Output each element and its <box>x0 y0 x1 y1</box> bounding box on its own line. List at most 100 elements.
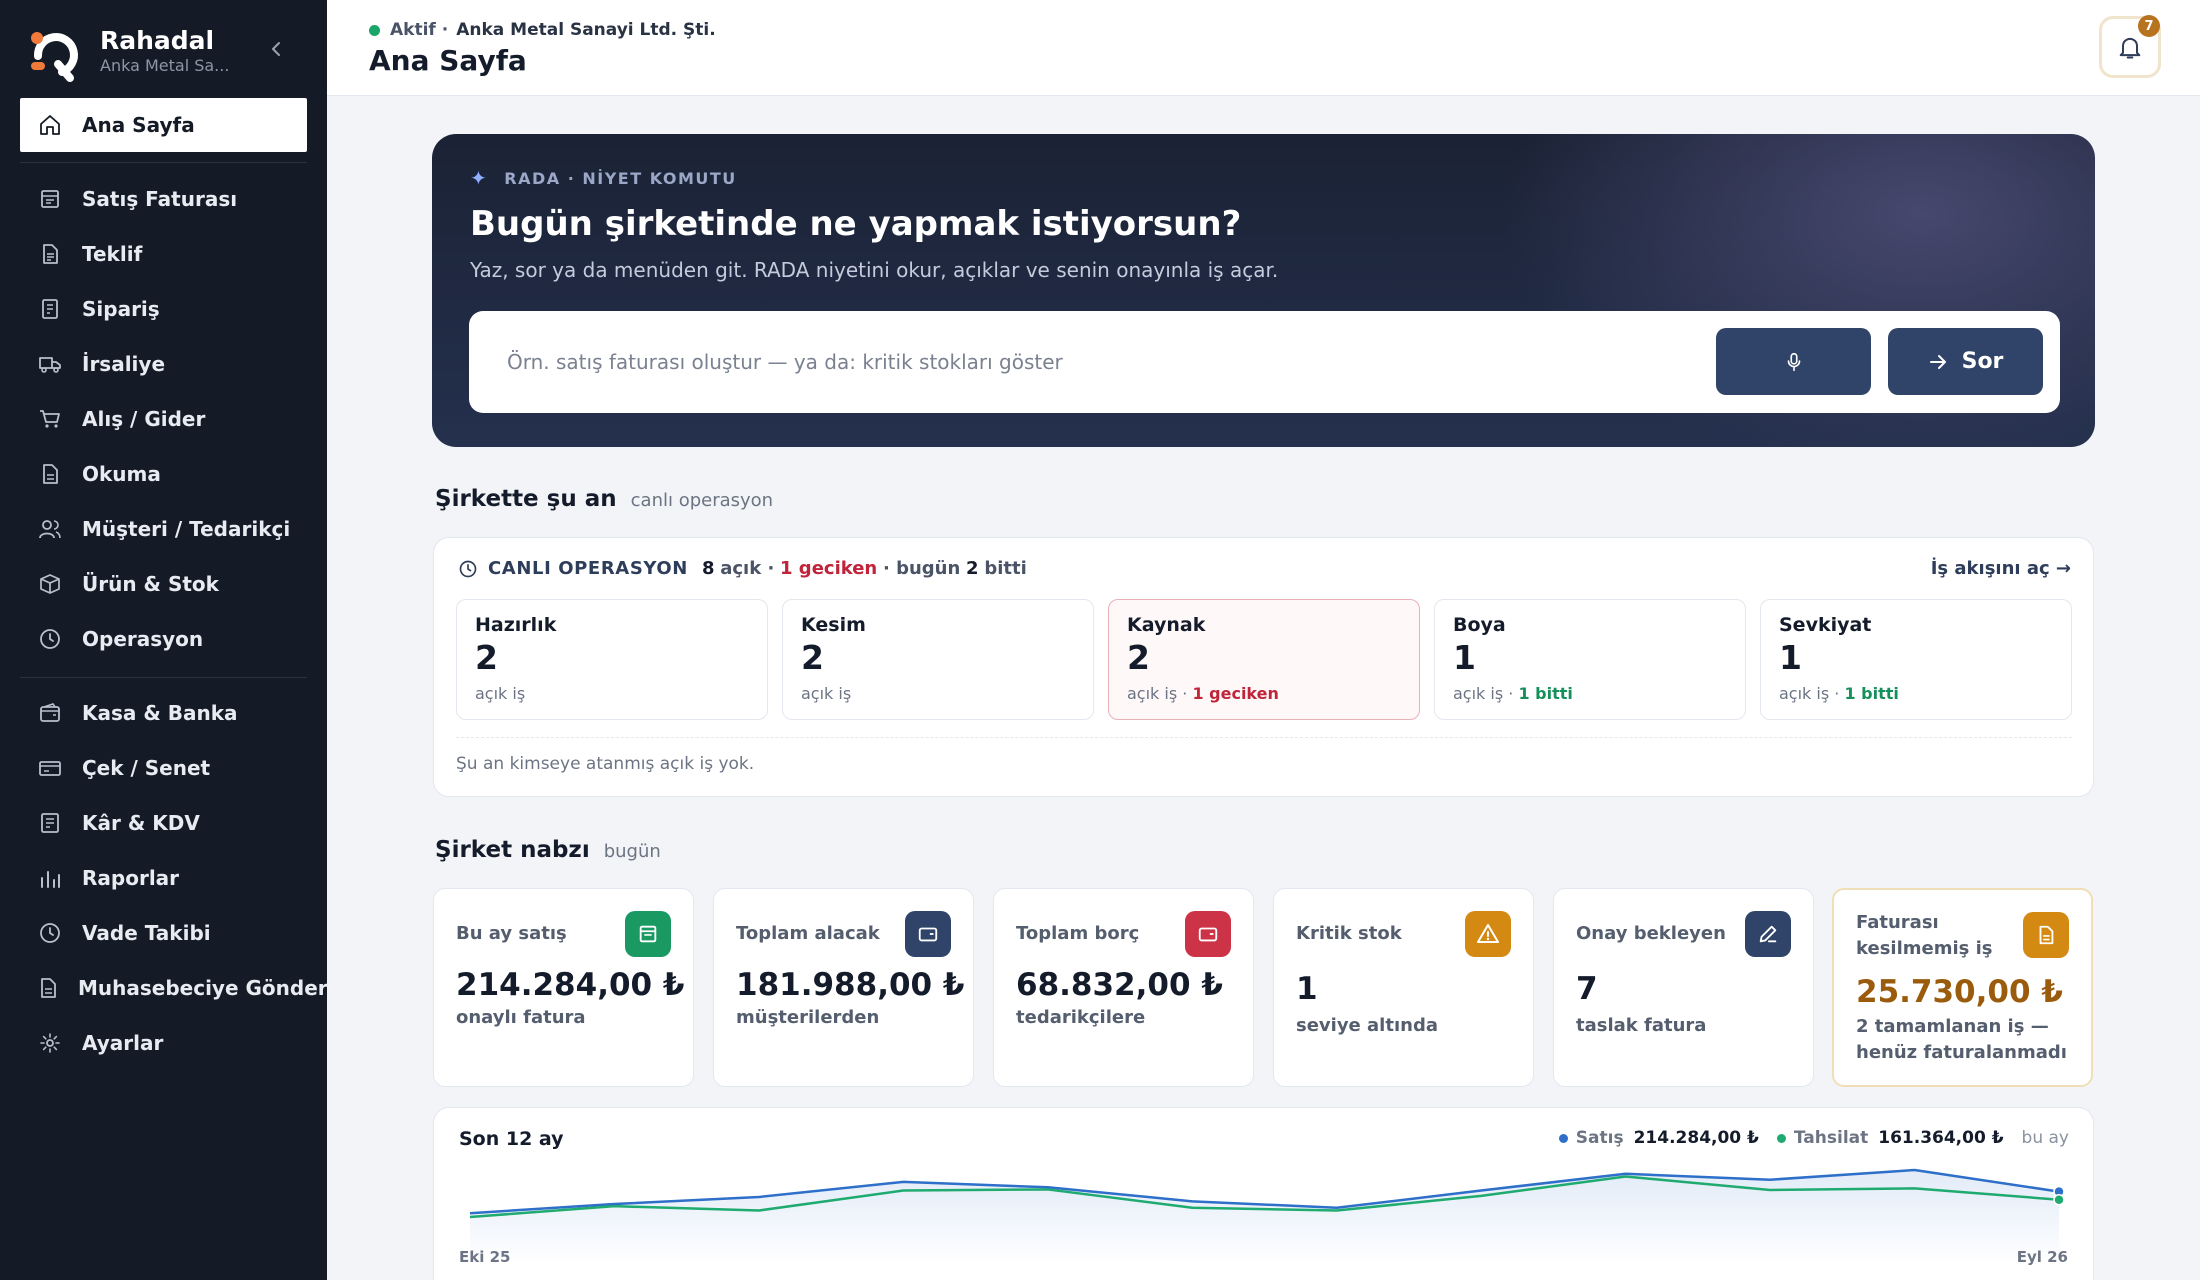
brand-name: Rahadal <box>100 26 215 55</box>
notification-count-badge: 7 <box>2138 15 2160 37</box>
nav-okuma[interactable]: Okuma <box>20 451 320 497</box>
stage-footer-text: açık iş <box>475 684 526 703</box>
command-input[interactable] <box>469 311 1699 413</box>
clock-icon <box>459 560 477 577</box>
nav-muhasebeciye-gonder[interactable]: Muhasebeciye Gönder <box>20 965 328 1011</box>
series-endpoint-tahsilat[interactable] <box>2053 1193 2065 1206</box>
nav-label: Operasyon <box>82 627 204 651</box>
nav-label: Kâr & KDV <box>82 811 200 835</box>
nav-vade-takibi[interactable]: Vade Takibi <box>20 910 320 956</box>
kpi-monthly-sales[interactable]: Bu ay satış 214.284,00 ₺ onaylı fatura <box>433 888 694 1087</box>
command-bar: Sor <box>469 311 2060 413</box>
stage-card-sevkiyat[interactable]: Sevkiyat 1 açık iş · 1 bitti <box>1760 599 2072 720</box>
live-caption: CANLI OPERASYON <box>488 558 688 579</box>
nav-label: Ayarlar <box>82 1031 164 1055</box>
users-icon <box>36 515 64 543</box>
nav-irsaliye[interactable]: İrsaliye <box>20 341 320 387</box>
kpi-value: 25.730,00 ₺ <box>1856 974 2063 1010</box>
stage-count: 2 <box>475 638 498 677</box>
nav-ana-sayfa[interactable]: Ana Sayfa <box>20 102 320 148</box>
nav-musteri-tedarikci[interactable]: Müşteri / Tedarikçi <box>20 506 320 552</box>
stage-name: Sevkiyat <box>1779 614 1872 636</box>
today-word: · bugün <box>882 558 961 579</box>
stage-card-kaynak[interactable]: Kaynak 2 açık iş · 1 geciken <box>1108 599 1420 720</box>
voice-input-button[interactable] <box>1716 328 1871 395</box>
notifications-button[interactable]: 7 <box>2099 15 2161 78</box>
nav-alis-gider[interactable]: Alış / Gider <box>20 396 320 442</box>
stage-card-boya[interactable]: Boya 1 açık iş · 1 bitti <box>1434 599 1746 720</box>
kpi-total-debt[interactable]: Toplam borç 68.832,00 ₺ tedarikçilere <box>993 888 1254 1087</box>
nav-urun-stok[interactable]: Ürün & Stok <box>20 561 320 607</box>
kpi-label: Toplam alacak <box>736 923 880 944</box>
nav-kar-kdv[interactable]: Kâr & KDV <box>20 800 320 846</box>
stage-name: Hazırlık <box>475 614 557 636</box>
status-text: Aktif · <box>390 20 449 40</box>
live-operations-summary: CANLI OPERASYON 8 açık · 1 geciken · bug… <box>458 558 1027 579</box>
top-bar: Aktif · Anka Metal Sanayi Ltd. Şti. Ana … <box>327 0 2200 96</box>
stage-done-text: 1 bitti <box>1518 684 1573 703</box>
stage-name: Boya <box>1453 614 1506 636</box>
nav-label: Ana Sayfa <box>82 113 195 137</box>
nav-label: Vade Takibi <box>82 921 211 945</box>
bar-chart-icon <box>36 864 64 892</box>
sidebar: Rahadal Anka Metal Sa... Ana Sayfa Satış… <box>0 0 328 1280</box>
nav-divider <box>20 677 307 678</box>
file-icon <box>36 974 60 1002</box>
kpi-label: Bu ay satış <box>456 923 567 944</box>
nav-satis-faturasi[interactable]: Satış Faturası <box>20 176 320 222</box>
section-title: Şirkette şu an <box>435 486 617 512</box>
kpi-value: 68.832,00 ₺ <box>1016 967 1223 1003</box>
done-word: bitti <box>984 558 1027 579</box>
stage-footer: açık iş · 1 bitti <box>1779 684 1899 703</box>
ask-button[interactable]: Sor <box>1888 328 2043 395</box>
warning-icon <box>1465 911 1511 957</box>
nav-label: Çek / Senet <box>82 756 211 780</box>
document-icon <box>36 460 64 488</box>
nav-label: İrsaliye <box>82 352 166 376</box>
nav-raporlar[interactable]: Raporlar <box>20 855 320 901</box>
active-status-dot <box>369 24 380 36</box>
stage-footer: açık iş · 1 bitti <box>1453 684 1573 703</box>
cart-icon <box>36 405 64 433</box>
kpi-critical-stock[interactable]: Kritik stok 1 seviye altında <box>1273 888 1534 1087</box>
nav-operasyon[interactable]: Operasyon <box>20 616 320 662</box>
stage-footer-text: açık iş · <box>1127 684 1188 703</box>
nav-label: Muhasebeciye Gönder <box>78 976 328 1000</box>
nav-kasa-banka[interactable]: Kasa & Banka <box>20 690 320 736</box>
clock-icon <box>36 919 64 947</box>
kpi-uninvoiced-work[interactable]: Faturası kesilmemiş iş 25.730,00 ₺ 2 tam… <box>1832 888 2093 1087</box>
sales-area <box>470 1170 2059 1264</box>
stage-card-hazirlik[interactable]: Hazırlık 2 açık iş <box>456 599 768 720</box>
page-title: Ana Sayfa <box>369 44 527 77</box>
live-operations-card: CANLI OPERASYON 8 açık · 1 geciken · bug… <box>433 537 2094 797</box>
nav-teklif[interactable]: Teklif <box>20 231 320 277</box>
rahadal-logo <box>31 32 78 82</box>
stage-footer: açık iş <box>475 684 525 703</box>
kpi-sub: seviye altında <box>1296 1015 1438 1036</box>
kpi-total-receivable[interactable]: Toplam alacak 181.988,00 ₺ müşterilerden <box>713 888 974 1087</box>
section-subtitle: canlı operasyon <box>630 490 774 511</box>
kpi-label: Faturası kesilmemiş iş <box>1856 912 1993 959</box>
nav-label: Ürün & Stok <box>82 572 219 596</box>
section-title: Şirket nabzı <box>435 837 590 863</box>
settings-icon <box>36 1029 64 1057</box>
stage-card-kesim[interactable]: Kesim 2 açık iş <box>782 599 1094 720</box>
stage-count: 2 <box>1127 638 1150 677</box>
nav-ayarlar[interactable]: Ayarlar <box>20 1020 320 1066</box>
hero-kicker-text: RADA · NİYET KOMUTU <box>504 168 737 188</box>
kpi-sub: taslak fatura <box>1576 1015 1707 1036</box>
open-workflow-link[interactable]: İş akışını aç → <box>1931 558 2071 579</box>
kpi-value: 1 <box>1296 971 1318 1007</box>
stage-footer-text: açık iş <box>801 684 852 703</box>
clock-icon <box>36 625 64 653</box>
stage-footer: açık iş <box>801 684 851 703</box>
collapse-sidebar-button[interactable] <box>262 34 292 64</box>
company-status: Aktif · Anka Metal Sanayi Ltd. Şti. <box>369 20 716 40</box>
nav-label: Teklif <box>82 242 143 266</box>
nav-siparis[interactable]: Sipariş <box>20 286 320 332</box>
kpi-label: Kritik stok <box>1296 923 1402 944</box>
home-icon <box>36 111 64 139</box>
kpi-pending-approval[interactable]: Onay bekleyen 7 taslak fatura <box>1553 888 1814 1087</box>
nav-cek-senet[interactable]: Çek / Senet <box>20 745 320 791</box>
nav-label: Sipariş <box>82 297 160 321</box>
